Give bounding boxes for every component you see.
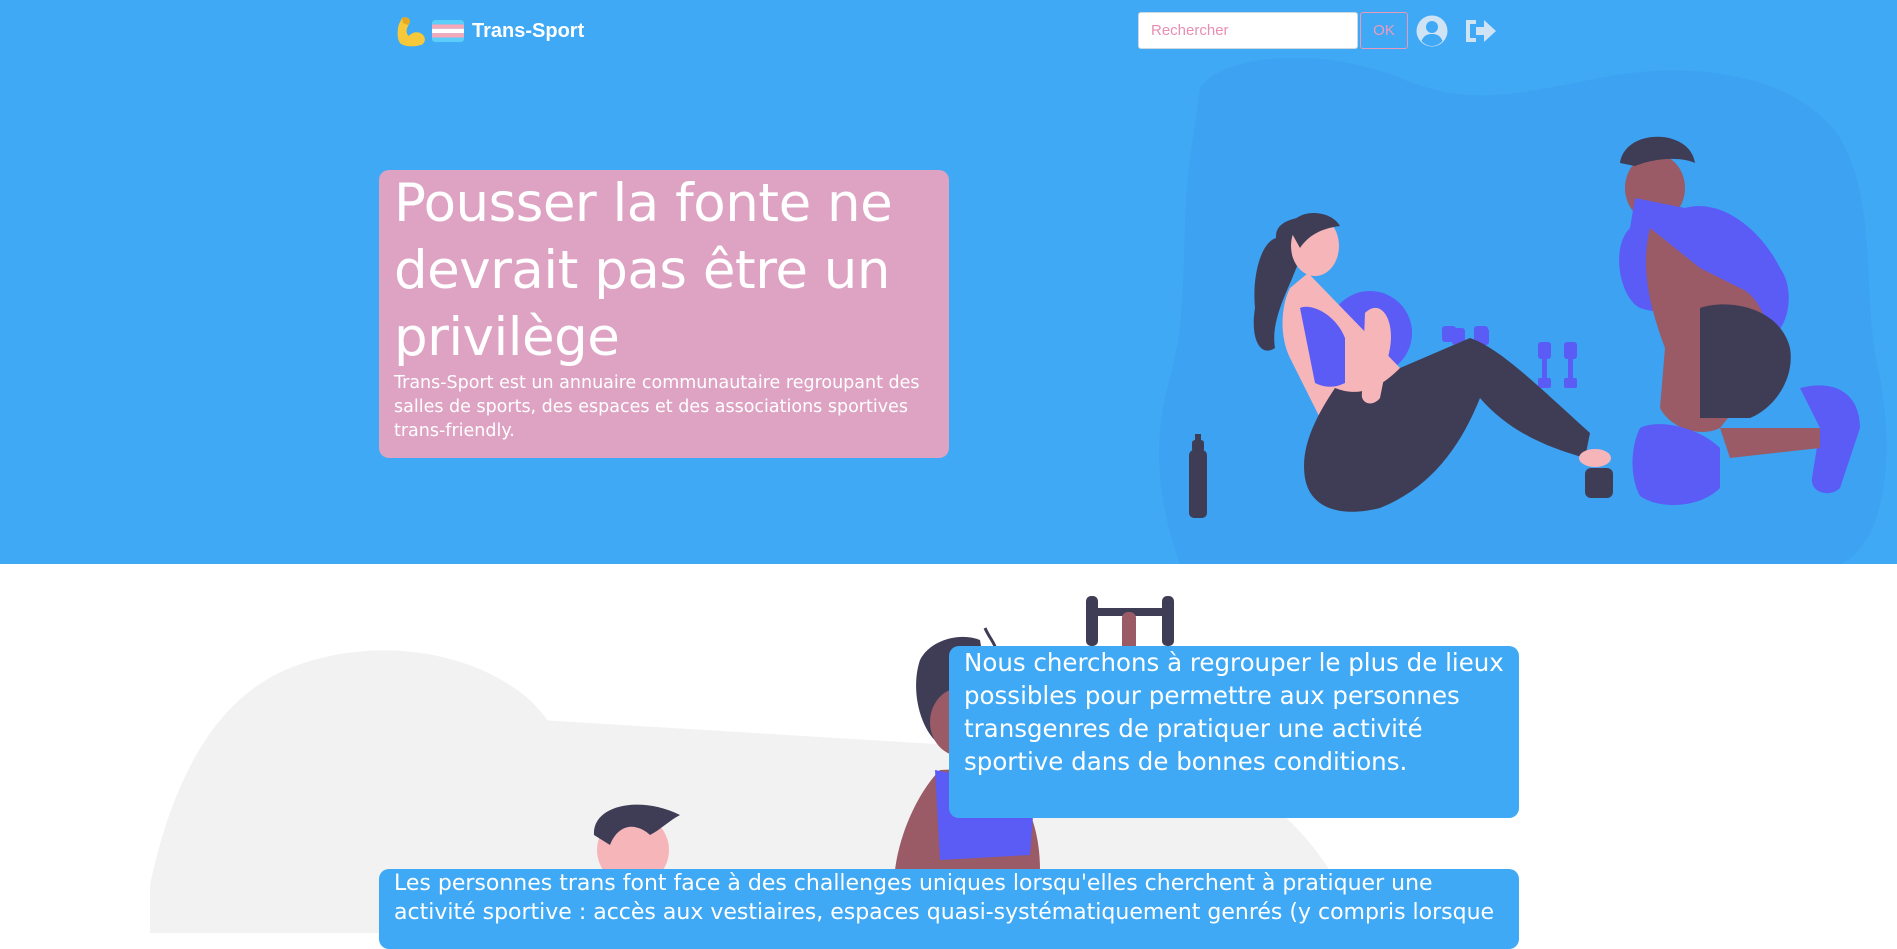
brand-logo[interactable]: Trans-Sport (394, 12, 584, 50)
challenges-text: Les personnes trans font face à des chal… (394, 871, 1495, 925)
mission-text: Nous cherchons à regrouper le plus de li… (964, 648, 1504, 776)
transgender-flag-icon (432, 20, 464, 42)
search-submit-button[interactable]: OK (1360, 12, 1408, 49)
hero-title: Pousser la fonte ne devrait pas être un … (394, 173, 893, 368)
sign-out-icon[interactable] (1462, 14, 1498, 48)
navbar: Trans-Sport OK (0, 0, 1897, 62)
hero-section: Trans-Sport OK Pousser la fonte ne devra… (0, 0, 1897, 564)
hero-subtitle: Trans-Sport est un annuaire communautair… (394, 373, 920, 441)
challenges-card: Les personnes trans font face à des chal… (379, 869, 1519, 949)
flexed-biceps-icon (397, 17, 425, 47)
search-input[interactable] (1138, 12, 1358, 49)
hero-card: Pousser la fonte ne devrait pas être un … (379, 170, 949, 458)
user-circle-icon[interactable] (1415, 14, 1449, 48)
brand-name: Trans-Sport (472, 19, 585, 42)
hero-illustration (1159, 57, 1887, 564)
mission-card: Nous cherchons à regrouper le plus de li… (949, 646, 1519, 818)
